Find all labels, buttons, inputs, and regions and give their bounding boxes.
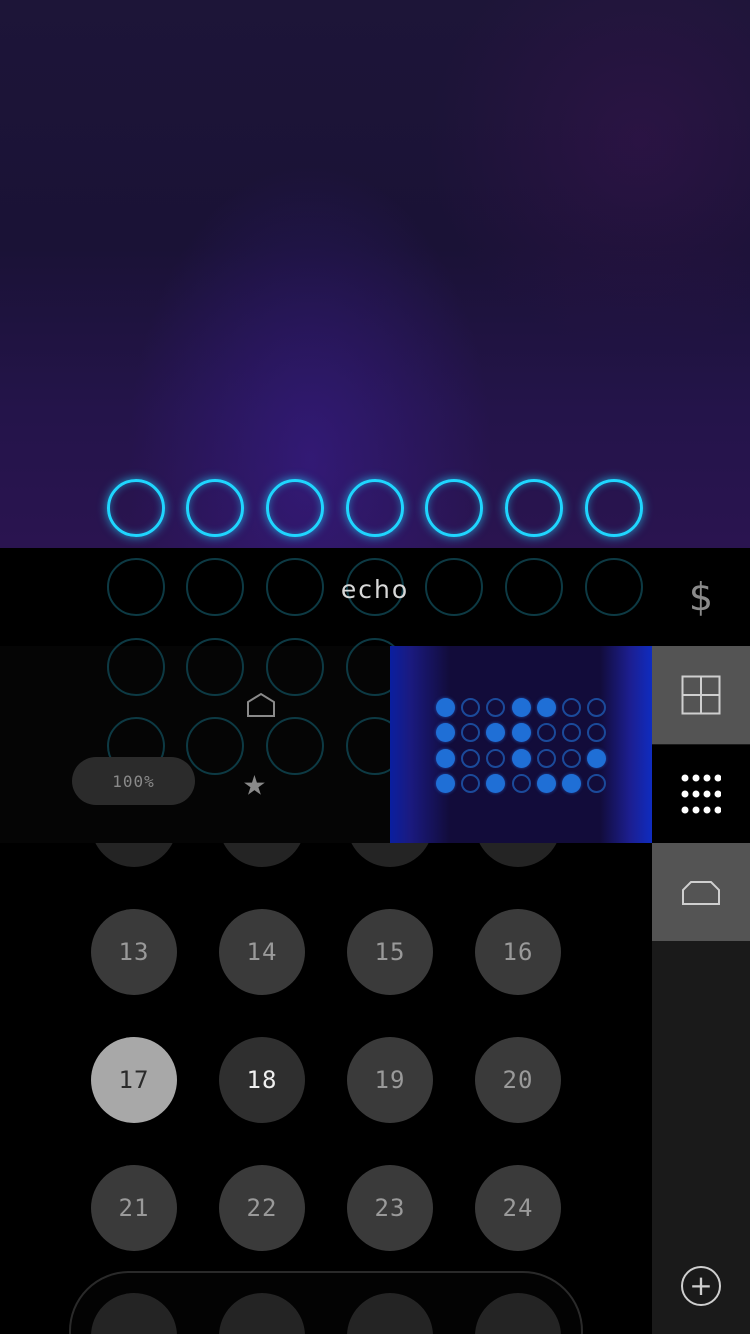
pattern-step-off: [461, 748, 481, 768]
visualizer-ring: [585, 558, 643, 616]
pads-view-button[interactable]: [652, 745, 750, 843]
pad-bank-outline: [69, 1271, 583, 1334]
pattern-step-on: [436, 723, 455, 743]
pattern-step-off: [562, 748, 581, 768]
pattern-step-on: [436, 773, 455, 793]
pattern-step-off: [536, 723, 556, 743]
add-button[interactable]: +: [681, 1266, 721, 1306]
pattern-step-off: [562, 698, 581, 717]
pattern-step-on: [511, 748, 531, 768]
pad-16[interactable]: 16: [475, 909, 561, 995]
visualizer-ring: [107, 638, 165, 696]
pad-19[interactable]: 19: [347, 1037, 433, 1123]
pattern-step-on: [511, 698, 531, 717]
pattern-step-off: [562, 723, 581, 743]
add-icon: +: [689, 1269, 713, 1302]
visualizer-ring: [186, 638, 244, 696]
pad-17[interactable]: 17: [91, 1037, 177, 1123]
grid-view-button[interactable]: [652, 646, 750, 744]
pattern-step-off: [587, 698, 607, 717]
dollar-icon: $: [688, 575, 714, 619]
visualizer-ring: [266, 638, 324, 696]
pattern-step-on: [562, 773, 581, 793]
pattern-step-on: [486, 723, 506, 743]
pattern-step-on: [536, 698, 556, 717]
pattern-step-off: [486, 748, 506, 768]
store-button[interactable]: $: [652, 548, 750, 646]
visualizer-ring-lit: [266, 479, 324, 537]
pad-20[interactable]: 20: [475, 1037, 561, 1123]
visualizer-ring-lit: [107, 479, 165, 537]
pad-partial[interactable]: [347, 1293, 433, 1334]
pattern-step-off: [461, 723, 481, 743]
pad-18[interactable]: 18: [219, 1037, 305, 1123]
visualizer-ring-lit: [346, 479, 404, 537]
pad-partial[interactable]: [475, 1293, 561, 1334]
pattern-step-on: [536, 773, 556, 793]
pad-partial[interactable]: [219, 1293, 305, 1334]
pattern-step-on: [511, 723, 531, 743]
pattern-step-off: [511, 773, 531, 793]
visualizer-ring: [266, 717, 324, 775]
pattern-step-off: [587, 723, 607, 743]
pad-24[interactable]: 24: [475, 1165, 561, 1251]
visualizer-ring-lit: [425, 479, 483, 537]
pad-partial[interactable]: [91, 1293, 177, 1334]
home-icon[interactable]: [244, 690, 278, 720]
zoom-label: 100%: [112, 771, 155, 791]
visualizer-ring-lit: [186, 479, 244, 537]
pad-23[interactable]: 23: [347, 1165, 433, 1251]
pattern-step-on: [436, 748, 455, 768]
tray-icon: [682, 881, 720, 905]
app-screen: echo 100% ★ 13 14 15 16 17 18 19 20 21 22 23 24 $: [0, 0, 750, 1334]
pad-14[interactable]: 14: [219, 909, 305, 995]
pad-13[interactable]: 13: [91, 909, 177, 995]
visualizer-ring-lit: [505, 479, 563, 537]
visualizer[interactable]: [0, 0, 750, 548]
visualizer-ring-lit: [585, 479, 643, 537]
pattern-step-off: [461, 698, 481, 717]
star-icon[interactable]: ★: [243, 762, 266, 802]
preset-name[interactable]: echo: [300, 575, 450, 604]
pattern-step-on: [436, 698, 455, 717]
visualizer-ring: [107, 558, 165, 616]
pad-15[interactable]: 15: [347, 909, 433, 995]
pattern-step-off: [536, 748, 556, 768]
pattern-step-on: [486, 773, 506, 793]
visualizer-ring: [505, 558, 563, 616]
pattern-step-off: [461, 773, 481, 793]
pattern-step-on: [587, 748, 607, 768]
grid-icon: [681, 675, 721, 715]
visualizer-ring: [186, 558, 244, 616]
zoom-button[interactable]: 100%: [72, 757, 195, 805]
pads-icon: [681, 774, 721, 814]
pad-22[interactable]: 22: [219, 1165, 305, 1251]
pattern-step-off: [486, 698, 506, 717]
pattern-step-off: [587, 773, 607, 793]
pad-21[interactable]: 21: [91, 1165, 177, 1251]
tray-button[interactable]: [652, 843, 750, 941]
pattern-preview[interactable]: [390, 646, 652, 843]
visualizer-ring: [186, 717, 244, 775]
